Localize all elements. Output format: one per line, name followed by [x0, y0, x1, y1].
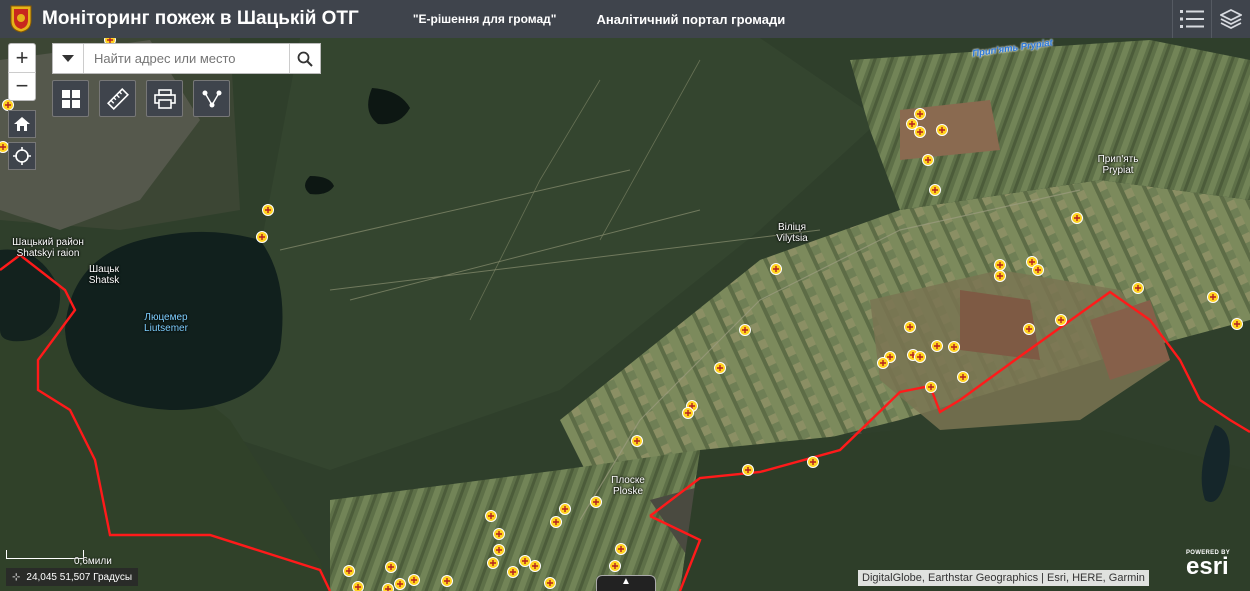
- locate-icon: [13, 147, 31, 165]
- zoom-in-button[interactable]: +: [8, 44, 36, 72]
- fire-marker[interactable]: [485, 510, 497, 522]
- list-button[interactable]: [1172, 0, 1211, 38]
- chevron-down-icon: [62, 54, 74, 62]
- layers-button[interactable]: [1211, 0, 1250, 38]
- fire-marker[interactable]: [394, 578, 406, 590]
- fire-marker[interactable]: [1071, 212, 1083, 224]
- fire-marker[interactable]: [256, 231, 268, 243]
- search-input[interactable]: [84, 44, 289, 73]
- fire-marker[interactable]: [1055, 314, 1067, 326]
- fire-marker[interactable]: [1132, 282, 1144, 294]
- fire-marker[interactable]: [770, 263, 782, 275]
- place-label-prypiat: Прип'ять Prypiat: [1097, 154, 1139, 176]
- measure-button[interactable]: [99, 80, 136, 117]
- fire-marker[interactable]: [385, 561, 397, 573]
- fire-marker[interactable]: [957, 371, 969, 383]
- place-label-liutsemer: Люцемер Liutsemer: [144, 312, 188, 334]
- basemap-gallery-button[interactable]: [52, 80, 89, 117]
- zoom-out-button[interactable]: −: [8, 71, 36, 101]
- fire-marker[interactable]: [948, 341, 960, 353]
- fire-marker[interactable]: [1023, 323, 1035, 335]
- share-button[interactable]: [193, 80, 230, 117]
- zoom-control: + −: [8, 43, 36, 101]
- chevron-up-icon: ▲: [621, 576, 631, 587]
- fire-marker[interactable]: [493, 528, 505, 540]
- map-attribution: DigitalGlobe, Earthstar Geographics | Es…: [858, 570, 1149, 586]
- home-button[interactable]: [8, 110, 36, 138]
- home-icon: [14, 117, 30, 131]
- coat-of-arms-icon: [10, 5, 32, 33]
- layers-icon: [1220, 8, 1242, 30]
- place-label-ploske: Плоске Ploske: [611, 475, 645, 497]
- fire-marker[interactable]: [922, 154, 934, 166]
- fire-marker[interactable]: [742, 464, 754, 476]
- fire-marker[interactable]: [2, 99, 14, 111]
- panel-toggle-handle[interactable]: ▲: [596, 575, 656, 591]
- fire-marker[interactable]: [493, 544, 505, 556]
- print-button[interactable]: [146, 80, 183, 117]
- fire-marker[interactable]: [904, 321, 916, 333]
- crosshair-icon: ⊹: [12, 571, 21, 583]
- search-widget: [52, 43, 321, 74]
- scale-bar: [6, 550, 84, 559]
- place-label-shatsk: Шацьк Shatsk: [88, 264, 120, 286]
- coordinate-readout[interactable]: ⊹ 24,045 51,507 Градусы: [6, 568, 139, 586]
- fire-marker[interactable]: [931, 340, 943, 352]
- fire-marker[interactable]: [914, 351, 926, 363]
- fire-marker[interactable]: [609, 560, 621, 572]
- ruler-icon: [106, 87, 129, 110]
- fire-marker[interactable]: [408, 574, 420, 586]
- header-link-e-solutions[interactable]: "Е-рішення для громад": [413, 12, 557, 26]
- scale-text: 0,6мили: [74, 556, 112, 567]
- fire-marker[interactable]: [544, 577, 556, 589]
- fire-marker[interactable]: [936, 124, 948, 136]
- fire-marker[interactable]: [487, 557, 499, 569]
- fire-marker[interactable]: [682, 407, 694, 419]
- fire-marker[interactable]: [441, 575, 453, 587]
- fire-marker[interactable]: [507, 566, 519, 578]
- fire-marker[interactable]: [550, 516, 562, 528]
- list-icon: [1180, 10, 1204, 28]
- share-icon: [202, 90, 221, 107]
- fire-marker[interactable]: [352, 581, 364, 591]
- fire-marker[interactable]: [1207, 291, 1219, 303]
- fire-marker[interactable]: [994, 270, 1006, 282]
- fire-marker[interactable]: [877, 357, 889, 369]
- fire-marker[interactable]: [559, 503, 571, 515]
- locate-button[interactable]: [8, 142, 36, 170]
- fire-marker[interactable]: [994, 259, 1006, 271]
- place-label-shatsk-raion: Шацький район Shatskyi raion: [12, 237, 84, 259]
- place-label-vilytsia: Віліця Vilytsia: [776, 222, 808, 244]
- search-source-dropdown[interactable]: [53, 44, 84, 73]
- fire-marker[interactable]: [807, 456, 819, 468]
- coordinate-text: 24,045 51,507 Градусы: [26, 571, 133, 583]
- map-view[interactable]: Шацький район Shatskyi raion Шацьк Shatsk …: [0, 38, 1250, 591]
- search-button[interactable]: [289, 44, 320, 73]
- fire-marker[interactable]: [631, 435, 643, 447]
- app-header: Моніторинг пожеж в Шацькій ОТГ "Е-рішенн…: [0, 0, 1250, 38]
- fire-marker[interactable]: [262, 204, 274, 216]
- fire-marker[interactable]: [925, 381, 937, 393]
- app-title: Моніторинг пожеж в Шацькій ОТГ: [42, 8, 359, 29]
- fire-marker[interactable]: [590, 496, 602, 508]
- fire-marker[interactable]: [1231, 318, 1243, 330]
- fire-marker[interactable]: [914, 126, 926, 138]
- fire-marker[interactable]: [519, 555, 531, 567]
- basemap-gallery-icon: [61, 89, 80, 108]
- fire-marker[interactable]: [739, 324, 751, 336]
- esri-logo: POWERED BY esri: [1186, 550, 1231, 580]
- fire-marker[interactable]: [343, 565, 355, 577]
- fire-marker[interactable]: [914, 108, 926, 120]
- fire-marker[interactable]: [382, 583, 394, 591]
- fire-marker[interactable]: [615, 543, 627, 555]
- search-icon: [297, 51, 313, 67]
- fire-marker[interactable]: [714, 362, 726, 374]
- fire-marker[interactable]: [929, 184, 941, 196]
- print-icon: [153, 88, 176, 109]
- fire-marker[interactable]: [529, 560, 541, 572]
- header-link-analytics-portal[interactable]: Аналітичний портал громади: [596, 12, 785, 27]
- fire-marker[interactable]: [1032, 264, 1044, 276]
